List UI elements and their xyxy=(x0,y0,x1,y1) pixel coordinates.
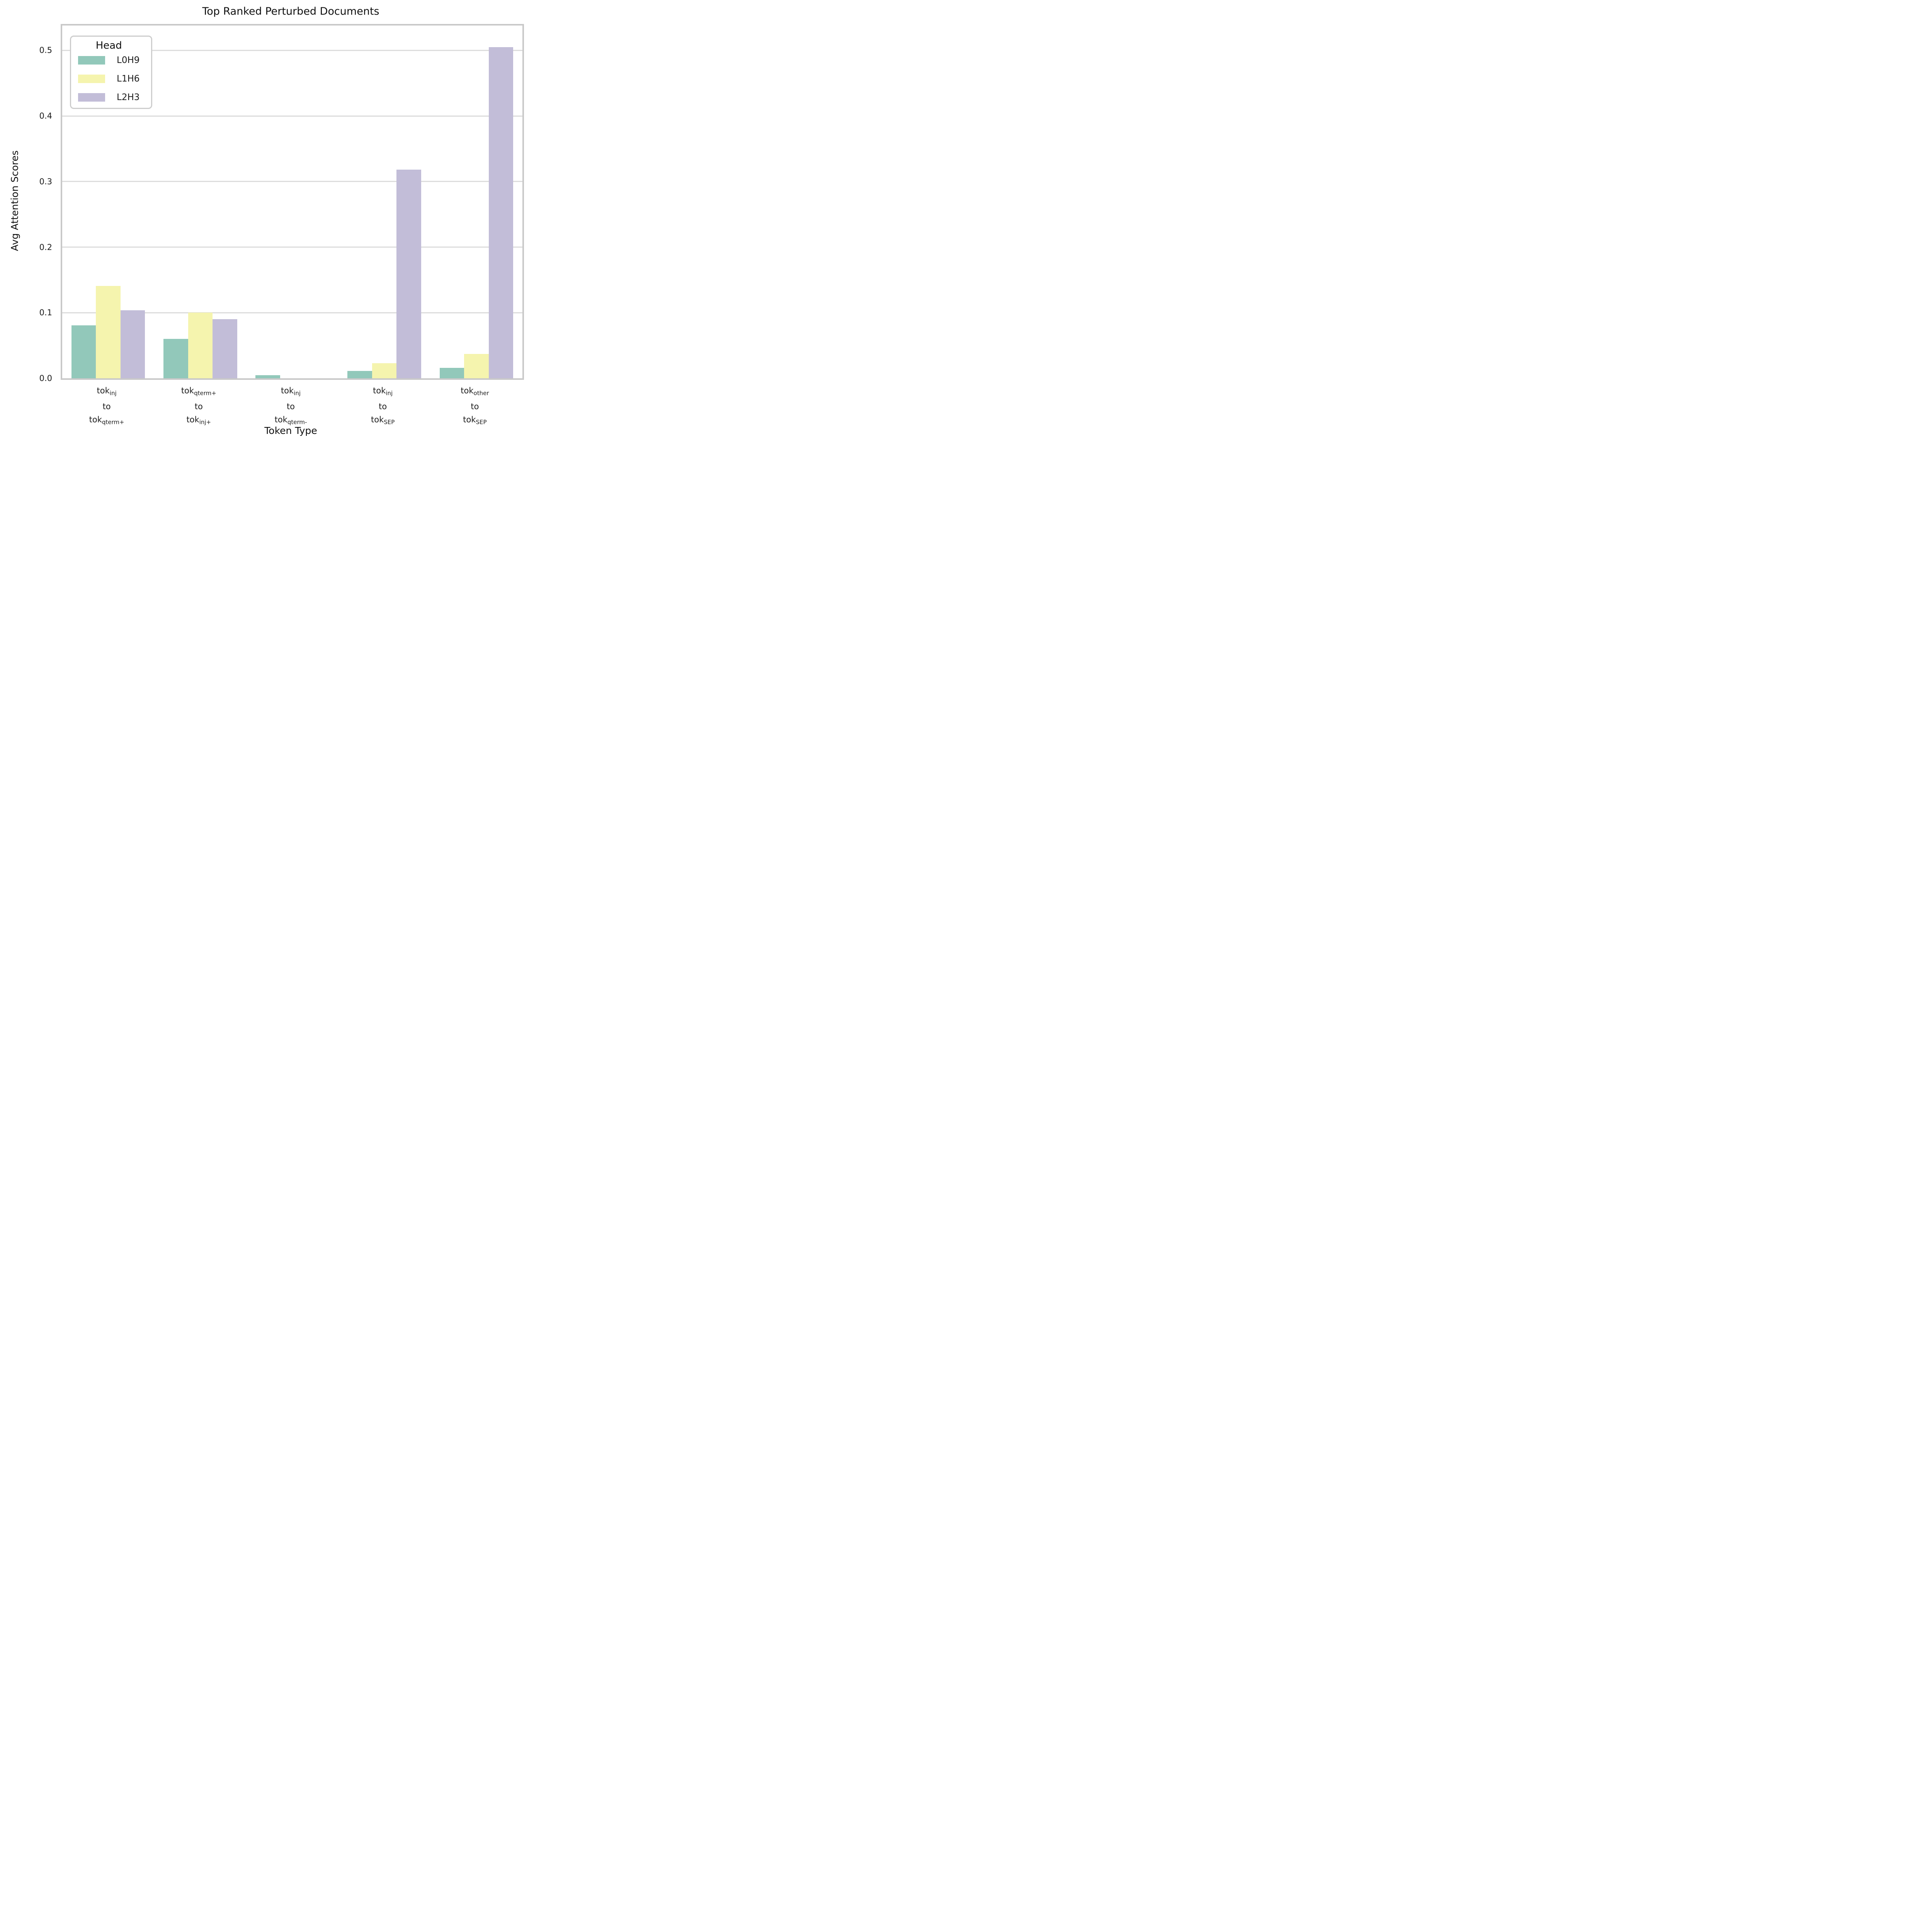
bar-L2H3-category-4 xyxy=(396,170,421,378)
y-tick-label: 0.4 xyxy=(39,111,52,121)
legend-label: L0H9 xyxy=(117,55,139,65)
y-tick-label: 0.1 xyxy=(39,308,52,317)
bar-L1H6-category-2 xyxy=(188,313,213,378)
y-tick-label: 0.3 xyxy=(39,177,52,186)
legend-label: L1H6 xyxy=(117,74,139,84)
chart-title: Top Ranked Perturbed Documents xyxy=(61,5,521,17)
bar-L0H9-category-5 xyxy=(440,368,464,378)
legend-swatch-L2H3 xyxy=(78,93,105,102)
x-tick-label: tokinjtotokqterm- xyxy=(275,384,307,429)
gridline xyxy=(62,247,522,248)
gridline xyxy=(62,181,522,182)
x-tick-label: tokinjtotokSEP xyxy=(371,384,395,429)
legend-entry-L0H9: L0H9 xyxy=(78,55,139,65)
legend-label: L2H3 xyxy=(117,92,139,102)
y-tick-label: 0.2 xyxy=(39,243,52,252)
x-tick-label: tokqterm+totokinj+ xyxy=(181,384,216,429)
bar-L0H9-category-1 xyxy=(71,325,96,378)
bar-L0H9-category-4 xyxy=(347,371,372,378)
x-axis-label: Token Type xyxy=(61,425,521,436)
y-tick-label: 0.0 xyxy=(39,374,52,383)
y-axis-label: Avg Attention Scores xyxy=(9,104,20,298)
plot-area: Head L0H9 L1H6 L2H3 xyxy=(61,24,524,380)
x-tick-labels: tokinjtotokqterm+ tokqterm+totokinj+ tokin… xyxy=(61,384,521,427)
legend-swatch-L0H9 xyxy=(78,56,105,65)
legend-title: Head xyxy=(78,40,139,51)
x-tick-label: tokinjtotokqterm+ xyxy=(89,384,124,429)
x-tick-label: tokothertotokSEP xyxy=(461,384,489,429)
gridline xyxy=(62,116,522,117)
bar-L1H6-category-4 xyxy=(372,363,397,378)
legend-entry-L2H3: L2H3 xyxy=(78,92,139,102)
bar-L2H3-category-5 xyxy=(489,47,514,378)
bar-L0H9-category-3 xyxy=(255,375,280,378)
bar-L2H3-category-1 xyxy=(121,310,145,378)
bar-L1H6-category-1 xyxy=(96,286,121,378)
bar-L1H6-category-5 xyxy=(464,354,489,378)
legend-entries: L0H9 L1H6 L2H3 xyxy=(78,55,139,102)
figure: Top Ranked Perturbed Documents Head L0H9… xyxy=(0,0,530,447)
y-tick-label: 0.5 xyxy=(39,46,52,55)
legend-swatch-L1H6 xyxy=(78,75,105,83)
bar-L2H3-category-2 xyxy=(213,319,237,378)
bar-L0H9-category-2 xyxy=(163,339,188,378)
legend: Head L0H9 L1H6 L2H3 xyxy=(70,36,152,109)
legend-entry-L1H6: L1H6 xyxy=(78,74,139,84)
